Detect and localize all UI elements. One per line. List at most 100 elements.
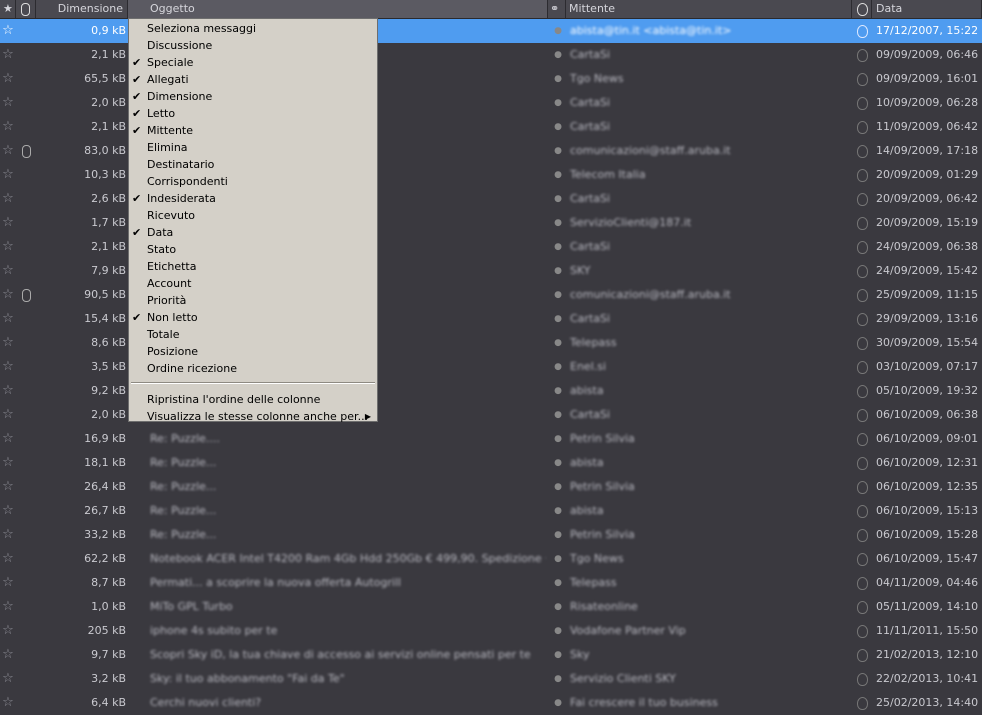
header-date-column[interactable]: Data <box>872 0 982 18</box>
star-icon[interactable]: ☆ <box>0 379 16 403</box>
star-icon[interactable]: ☆ <box>0 19 16 43</box>
star-icon[interactable]: ☆ <box>0 259 16 283</box>
star-icon[interactable]: ☆ <box>0 427 16 451</box>
flame-icon[interactable] <box>856 576 868 590</box>
star-icon[interactable]: ☆ <box>0 355 16 379</box>
column-menu-item[interactable]: Elimina <box>129 139 377 156</box>
column-menu-item[interactable]: Totale <box>129 326 377 343</box>
message-row[interactable]: ☆ 3,2 kB Sky: il tuo abbonamento "Fai da T… <box>0 667 982 691</box>
column-menu-item[interactable]: Discussione <box>129 37 377 54</box>
flame-icon[interactable] <box>856 72 868 86</box>
star-icon[interactable]: ☆ <box>0 571 16 595</box>
star-icon[interactable]: ☆ <box>0 211 16 235</box>
star-icon[interactable]: ☆ <box>0 283 16 307</box>
flame-icon[interactable] <box>856 216 868 230</box>
star-icon[interactable]: ☆ <box>0 307 16 331</box>
flame-icon[interactable] <box>856 600 868 614</box>
flame-icon[interactable] <box>856 96 868 110</box>
star-icon[interactable]: ☆ <box>0 451 16 475</box>
read-dot-icon[interactable]: ● <box>552 331 564 355</box>
read-dot-icon[interactable]: ● <box>552 19 564 43</box>
message-row[interactable]: ☆ 26,4 kB Re: Puzzle... ● Petrin Silvia 06/10… <box>0 475 982 499</box>
star-icon[interactable]: ☆ <box>0 667 16 691</box>
message-row[interactable]: ☆ 18,1 kB Re: Puzzle... ● abista 06/10/2009, … <box>0 451 982 475</box>
flame-icon[interactable] <box>856 696 868 710</box>
read-dot-icon[interactable]: ● <box>552 499 564 523</box>
star-icon[interactable]: ☆ <box>0 163 16 187</box>
read-dot-icon[interactable]: ● <box>552 571 564 595</box>
flame-icon[interactable] <box>856 240 868 254</box>
flame-icon[interactable] <box>856 408 868 422</box>
star-icon[interactable]: ☆ <box>0 115 16 139</box>
read-dot-icon[interactable]: ● <box>552 307 564 331</box>
apply-columns-to-item[interactable]: Visualizza le stesse colonne anche per..… <box>129 408 377 425</box>
read-dot-icon[interactable]: ● <box>552 355 564 379</box>
column-menu-item[interactable]: Ricevuto <box>129 207 377 224</box>
header-size-column[interactable]: Dimensione <box>36 0 128 18</box>
column-menu-item[interactable]: ✔ Indesiderata <box>129 190 377 207</box>
message-row[interactable]: ☆ 1,0 kB MiTo GPL Turbo ● Risateonline 05/11/… <box>0 595 982 619</box>
column-menu-item[interactable]: Seleziona messaggi <box>129 20 377 37</box>
column-menu-item[interactable]: Ordine ricezione <box>129 360 377 377</box>
message-row[interactable]: ☆ 26,7 kB Re: Puzzle... ● abista 06/10/2009, … <box>0 499 982 523</box>
flame-icon[interactable] <box>856 480 868 494</box>
star-icon[interactable]: ☆ <box>0 499 16 523</box>
read-dot-icon[interactable]: ● <box>552 283 564 307</box>
read-dot-icon[interactable]: ● <box>552 619 564 643</box>
read-dot-icon[interactable]: ● <box>552 475 564 499</box>
column-menu-item[interactable]: Stato <box>129 241 377 258</box>
column-menu-item[interactable]: ✔ Dimensione <box>129 88 377 105</box>
header-thread-column[interactable]: ⚭ <box>548 0 566 18</box>
read-dot-icon[interactable]: ● <box>552 91 564 115</box>
flame-icon[interactable] <box>856 552 868 566</box>
star-icon[interactable]: ☆ <box>0 619 16 643</box>
restore-column-order-item[interactable]: Ripristina l'ordine delle colonne <box>129 391 377 408</box>
star-icon[interactable]: ☆ <box>0 643 16 667</box>
flame-icon[interactable] <box>856 264 868 278</box>
flame-icon[interactable] <box>856 336 868 350</box>
header-star-column[interactable]: ★ <box>0 0 16 18</box>
message-row[interactable]: ☆ 62,2 kB Notebook ACER Intel T4200 Ram 4G… <box>0 547 982 571</box>
read-dot-icon[interactable]: ● <box>552 115 564 139</box>
star-icon[interactable]: ☆ <box>0 139 16 163</box>
read-dot-icon[interactable]: ● <box>552 643 564 667</box>
flame-icon[interactable] <box>856 432 868 446</box>
message-row[interactable]: ☆ 8,7 kB Permati... a scoprire la nuova of… <box>0 571 982 595</box>
star-icon[interactable]: ☆ <box>0 43 16 67</box>
flame-icon[interactable] <box>856 504 868 518</box>
read-dot-icon[interactable]: ● <box>552 259 564 283</box>
read-dot-icon[interactable]: ● <box>552 379 564 403</box>
star-icon[interactable]: ☆ <box>0 331 16 355</box>
read-dot-icon[interactable]: ● <box>552 523 564 547</box>
read-dot-icon[interactable]: ● <box>552 667 564 691</box>
header-junk-column[interactable] <box>852 0 872 18</box>
flame-icon[interactable] <box>856 384 868 398</box>
header-subject-column[interactable]: Oggetto <box>128 0 548 18</box>
star-icon[interactable]: ☆ <box>0 523 16 547</box>
star-icon[interactable]: ☆ <box>0 595 16 619</box>
flame-icon[interactable] <box>856 288 868 302</box>
column-menu-item[interactable]: Priorità <box>129 292 377 309</box>
star-icon[interactable]: ☆ <box>0 187 16 211</box>
flame-icon[interactable] <box>856 456 868 470</box>
message-row[interactable]: ☆ 205 kB iphone 4s subito per te ● Vodafone … <box>0 619 982 643</box>
read-dot-icon[interactable]: ● <box>552 451 564 475</box>
flame-icon[interactable] <box>856 48 868 62</box>
flame-icon[interactable] <box>856 168 868 182</box>
star-icon[interactable]: ☆ <box>0 547 16 571</box>
read-dot-icon[interactable]: ● <box>552 43 564 67</box>
read-dot-icon[interactable]: ● <box>552 691 564 715</box>
message-row[interactable]: ☆ 16,9 kB Re: Puzzle.... ● Petrin Silvia 06/1… <box>0 427 982 451</box>
read-dot-icon[interactable]: ● <box>552 235 564 259</box>
column-menu-item[interactable]: Account <box>129 275 377 292</box>
column-menu-item[interactable]: Destinatario <box>129 156 377 173</box>
read-dot-icon[interactable]: ● <box>552 187 564 211</box>
column-menu-item[interactable]: ✔ Allegati <box>129 71 377 88</box>
column-menu-item[interactable]: Etichetta <box>129 258 377 275</box>
column-menu-item[interactable]: ✔ Letto <box>129 105 377 122</box>
flame-icon[interactable] <box>856 648 868 662</box>
flame-icon[interactable] <box>856 192 868 206</box>
column-menu-item[interactable]: ✔ Speciale <box>129 54 377 71</box>
flame-icon[interactable] <box>856 624 868 638</box>
read-dot-icon[interactable]: ● <box>552 547 564 571</box>
